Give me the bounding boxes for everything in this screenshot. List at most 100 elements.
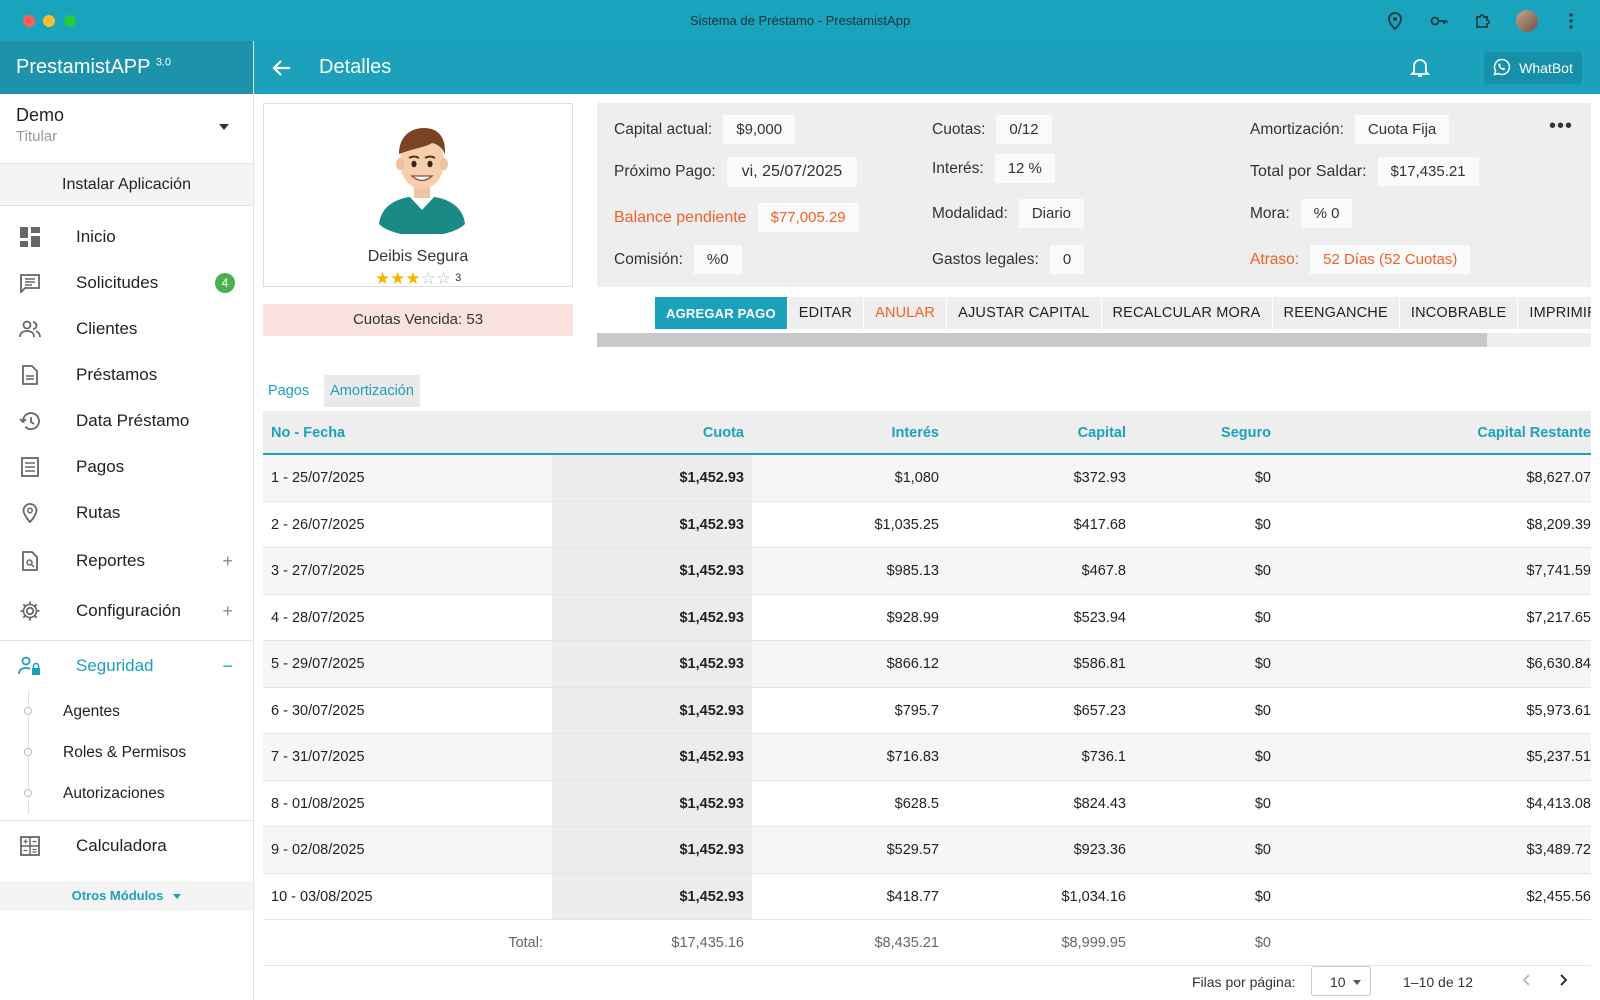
table-row[interactable]: 6 - 30/07/2025 $1,452.93 $795.7 $657.23 $0 $5… <box>263 687 1591 734</box>
column-header-interes[interactable]: Interés <box>752 411 939 453</box>
table-row[interactable]: 8 - 01/08/2025 $1,452.93 $628.5 $824.43 $0 $4… <box>263 780 1591 827</box>
loan-actions-toolbar: AGREGAR PAGO EDITAR ANULAR AJUSTAR CAPIT… <box>597 293 1591 349</box>
rows-per-page-select[interactable]: 10 <box>1311 966 1371 996</box>
cell-capital-restante: $8,209.39 <box>1526 516 1591 533</box>
interes-field: Interés: 12 % <box>932 154 1055 183</box>
total-interes: $8,435.21 <box>874 935 939 951</box>
sidebar-subitem-label: Autorizaciones <box>63 785 165 802</box>
cell-no-fecha: 4 - 28/07/2025 <box>271 609 365 626</box>
total-por-saldar-field: Total por Saldar: $17,435.21 <box>1250 157 1479 186</box>
table-row[interactable]: 4 - 28/07/2025 $1,452.93 $928.99 $523.94 $0 $… <box>263 594 1591 641</box>
field-value: $17,435.21 <box>1377 157 1479 186</box>
table-row[interactable]: 7 - 31/07/2025 $1,452.93 $716.83 $736.1 $0 $5… <box>263 734 1591 781</box>
calculator-icon <box>18 834 42 858</box>
chevron-down-icon <box>173 894 182 900</box>
table-pagination: Filas por página: 10 1–10 de 12 <box>263 962 1591 1000</box>
whatbot-button[interactable]: WhatBot <box>1484 52 1582 84</box>
list-icon <box>18 455 42 479</box>
scrollbar-thumb[interactable] <box>597 333 1487 347</box>
sidebar-item-rutas[interactable]: Rutas <box>0 490 253 536</box>
sidebar-item-solicitudes[interactable]: Solicitudes 4 <box>0 260 253 306</box>
proximo-pago-field: Próximo Pago: vi, 25/07/2025 <box>614 157 858 187</box>
expand-icon[interactable]: + <box>222 551 233 572</box>
table-row[interactable]: 5 - 29/07/2025 $1,452.93 $866.12 $586.81 $0 $… <box>263 641 1591 688</box>
expand-icon[interactable]: + <box>222 601 233 622</box>
horizontal-scrollbar[interactable] <box>597 333 1591 347</box>
total-capital: $8,999.95 <box>1061 935 1126 951</box>
previous-page-icon[interactable] <box>1519 972 1535 988</box>
cell-seguro: $0 <box>1254 842 1271 858</box>
more-options-icon[interactable]: ••• <box>1549 115 1573 138</box>
table-header: No - Fecha Cuota Interés Capital Seguro … <box>263 411 1591 455</box>
column-header-cuota[interactable]: Cuota <box>552 411 752 453</box>
sidebar-item-label: Reportes <box>76 551 145 570</box>
column-header-capital-restante[interactable]: Capital Restante <box>1271 411 1591 453</box>
sidebar-subitem-roles-permisos[interactable]: Roles & Permisos <box>24 732 253 773</box>
back-arrow-icon[interactable] <box>270 56 294 80</box>
solicitudes-count-badge: 4 <box>215 273 235 293</box>
profile-avatar[interactable] <box>1516 10 1538 32</box>
sidebar-item-reportes[interactable]: Reportes + <box>0 536 253 586</box>
next-page-icon[interactable] <box>1555 972 1571 988</box>
sidebar-item-clientes[interactable]: Clientes <box>0 306 253 352</box>
editar-button[interactable]: EDITAR <box>787 297 864 329</box>
cell-cuota: $1,452.93 <box>552 501 752 547</box>
field-label: Total por Saldar: <box>1250 162 1367 180</box>
key-icon[interactable] <box>1428 10 1450 32</box>
otros-modulos-dropdown[interactable]: Otros Módulos <box>0 881 253 911</box>
agregar-pago-button[interactable]: AGREGAR PAGO <box>655 297 787 329</box>
report-search-icon <box>18 549 42 573</box>
sidebar-item-label: Solicitudes <box>76 273 159 292</box>
table-row[interactable]: 10 - 03/08/2025 $1,452.93 $418.77 $1,034.16… <box>263 873 1591 920</box>
install-app-button[interactable]: Instalar Aplicación <box>0 164 253 206</box>
column-header-seguro[interactable]: Seguro <box>1126 411 1271 453</box>
client-rating[interactable]: ★★★☆☆ 3 <box>264 269 572 289</box>
tab-pagos[interactable]: Pagos <box>263 375 314 407</box>
notification-bell-icon[interactable] <box>1408 55 1432 79</box>
sidebar: PrestamistAPP 3.0 Demo Titular Instalar … <box>0 41 254 1000</box>
amortization-table: No - Fecha Cuota Interés Capital Seguro … <box>263 411 1591 966</box>
column-header-capital[interactable]: Capital <box>939 411 1126 453</box>
sidebar-item-prestamos[interactable]: Préstamos <box>0 352 253 398</box>
cell-cuota: $1,452.93 <box>552 873 752 919</box>
modalidad-field: Modalidad: Diario <box>932 199 1085 228</box>
rating-count: 3 <box>455 272 462 284</box>
location-icon[interactable] <box>1384 10 1406 32</box>
sidebar-subitem-autorizaciones[interactable]: Autorizaciones <box>24 773 253 814</box>
tab-amortizacion[interactable]: Amortización <box>324 375 420 407</box>
cell-capital-restante: $6,630.84 <box>1526 656 1591 672</box>
sidebar-item-calculadora[interactable]: Calculadora <box>0 823 253 869</box>
table-row[interactable]: 2 - 26/07/2025 $1,452.93 $1,035.25 $417.68 $… <box>263 501 1591 548</box>
anular-button[interactable]: ANULAR <box>864 297 947 329</box>
rows-per-page-label: Filas por página: <box>1192 974 1296 990</box>
gastos-legales-field: Gastos legales: 0 <box>932 245 1085 274</box>
sidebar-item-configuracion[interactable]: Configuración + <box>0 586 253 636</box>
imprimir-button[interactable]: IMPRIMIR <box>1518 297 1591 329</box>
ajustar-capital-button[interactable]: AJUSTAR CAPITAL <box>947 297 1101 329</box>
table-row[interactable]: 1 - 25/07/2025 $1,452.93 $1,080 $372.93 $0 $8… <box>263 455 1591 502</box>
column-header-no-fecha[interactable]: No - Fecha <box>263 411 552 453</box>
collapse-icon[interactable]: − <box>222 656 233 677</box>
incobrable-button[interactable]: INCOBRABLE <box>1399 297 1518 329</box>
reenganche-button[interactable]: REENGANCHE <box>1272 297 1399 329</box>
sidebar-item-inicio[interactable]: Inicio <box>0 214 253 260</box>
browser-menu-icon[interactable] <box>1560 10 1582 32</box>
sidebar-item-pagos[interactable]: Pagos <box>0 444 253 490</box>
brand-logo[interactable]: PrestamistAPP 3.0 <box>0 41 253 94</box>
account-switcher[interactable]: Demo Titular <box>0 94 253 164</box>
cell-capital-restante: $4,413.08 <box>1526 795 1591 812</box>
cell-seguro: $0 <box>1254 609 1271 626</box>
field-label: Cuotas: <box>932 120 986 138</box>
sidebar-subitem-agentes[interactable]: Agentes <box>24 691 253 732</box>
field-label: Atraso: <box>1250 250 1300 268</box>
recalcular-mora-button[interactable]: RECALCULAR MORA <box>1101 297 1272 329</box>
table-row[interactable]: 3 - 27/07/2025 $1,452.93 $985.13 $467.8 $0 $7… <box>263 548 1591 595</box>
sidebar-item-data-prestamo[interactable]: Data Préstamo <box>0 398 253 444</box>
table-row[interactable]: 9 - 02/08/2025 $1,452.93 $529.57 $923.36 $0 $… <box>263 827 1591 874</box>
cell-capital-restante: $3,489.72 <box>1526 842 1591 858</box>
comision-field: Comisión: %0 <box>614 245 742 274</box>
field-label: Mora: <box>1250 204 1290 222</box>
sidebar-item-seguridad[interactable]: Seguridad − <box>0 641 253 691</box>
extension-puzzle-icon[interactable] <box>1472 10 1494 32</box>
window-title: Sistema de Préstamo - PrestamistApp <box>689 13 911 28</box>
